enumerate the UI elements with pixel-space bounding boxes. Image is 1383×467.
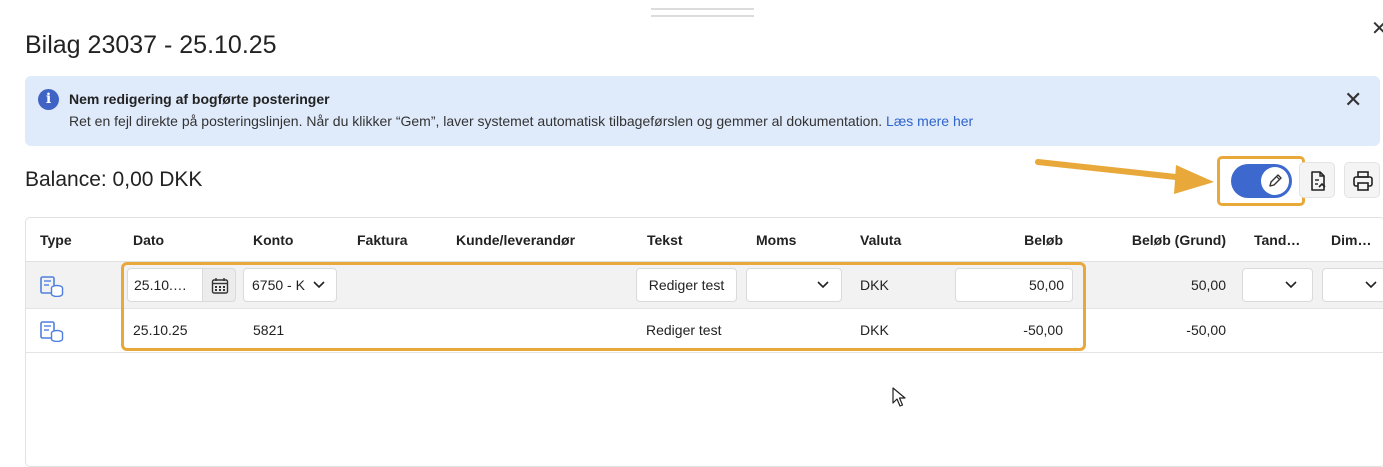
- printer-icon: [1353, 171, 1373, 191]
- rows-highlight-box: [121, 262, 1086, 351]
- col-header-kunde[interactable]: Kunde/leverandør: [456, 232, 575, 248]
- dialog-close-icon[interactable]: ✕: [1371, 16, 1383, 41]
- tand-select[interactable]: [1242, 268, 1313, 302]
- info-banner: i Nem redigering af bogførte posteringer…: [25, 76, 1380, 146]
- col-header-belob[interactable]: Beløb: [990, 232, 1063, 248]
- drag-handle[interactable]: [651, 8, 754, 17]
- row-divider: [26, 352, 1383, 353]
- dialog-title: Bilag 23037 - 25.10.25: [25, 31, 277, 59]
- pencil-icon: [1269, 174, 1282, 187]
- mouse-cursor-icon: [892, 387, 906, 407]
- banner-title: Nem redigering af bogførte posteringer: [69, 91, 330, 107]
- col-header-tand[interactable]: Tand…: [1254, 232, 1300, 248]
- info-icon: i: [38, 89, 59, 110]
- print-button[interactable]: [1344, 162, 1380, 198]
- col-header-type[interactable]: Type: [40, 232, 72, 248]
- banner-text: Ret en fejl direkte på posteringslinjen.…: [69, 113, 973, 129]
- toggle-knob: [1261, 167, 1289, 195]
- col-header-tekst[interactable]: Tekst: [647, 232, 683, 248]
- chevron-down-icon: [1365, 281, 1377, 289]
- ledger-coins-icon: [40, 276, 64, 297]
- col-header-faktura[interactable]: Faktura: [357, 232, 408, 248]
- document-export-icon: [1311, 171, 1326, 191]
- chevron-down-icon: [1285, 281, 1297, 289]
- col-header-dim[interactable]: Dim…: [1331, 232, 1371, 248]
- base-amount-value: 50,00: [1190, 277, 1226, 293]
- banner-message: Ret en fejl direkte på posteringslinjen.…: [69, 113, 883, 129]
- export-button[interactable]: [1299, 162, 1335, 198]
- col-header-dato[interactable]: Dato: [133, 232, 164, 248]
- balance-label: Balance: 0,00 DKK: [25, 168, 203, 191]
- read-more-link[interactable]: Læs mere her: [886, 113, 973, 129]
- base-amount-value: -50,00: [1186, 322, 1226, 338]
- col-header-belob-grund[interactable]: Beløb (Grund): [1100, 232, 1226, 248]
- col-header-konto[interactable]: Konto: [253, 232, 293, 248]
- ledger-coins-icon: [40, 321, 64, 342]
- col-header-valuta[interactable]: Valuta: [860, 232, 901, 248]
- col-header-moms[interactable]: Moms: [756, 232, 796, 248]
- edit-mode-toggle[interactable]: [1231, 164, 1292, 198]
- banner-close-icon[interactable]: ✕: [1344, 89, 1362, 111]
